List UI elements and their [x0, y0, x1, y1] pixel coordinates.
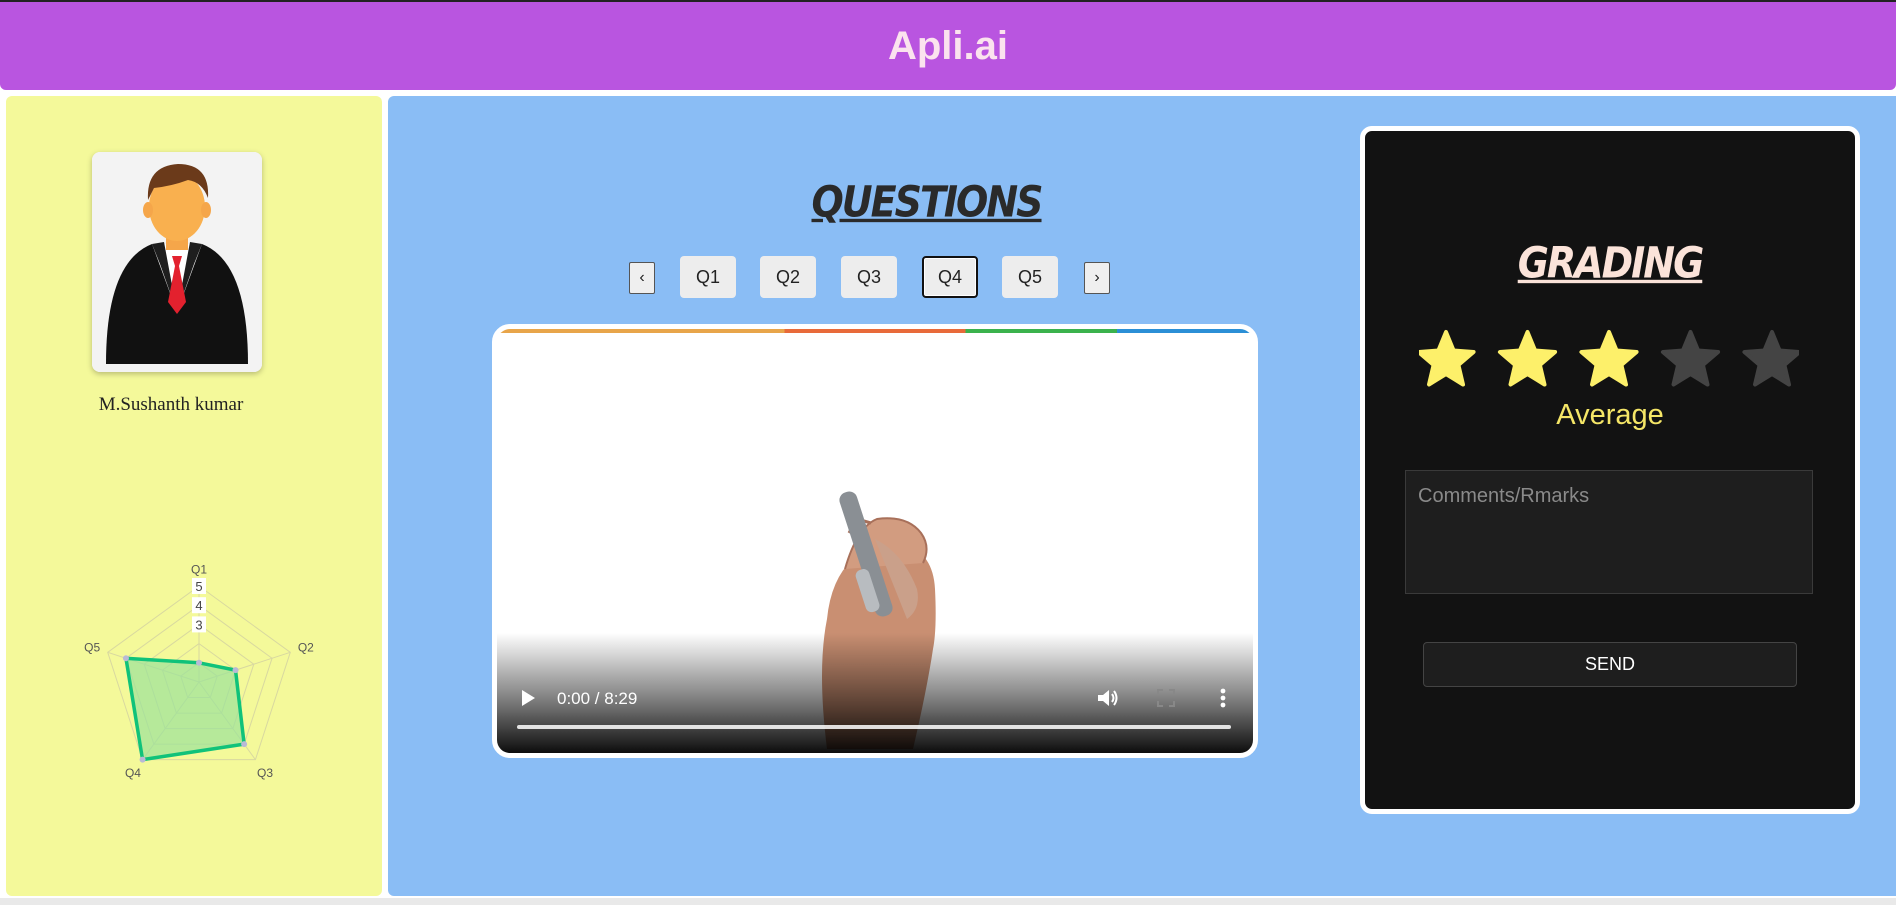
- radar-chart: Q1 Q2 Q3 Q4 Q5 3 4 5: [84, 563, 314, 780]
- video-progress-bar[interactable]: [517, 725, 1231, 729]
- grading-title: GRADING: [1517, 238, 1705, 288]
- radar-point-q4: [139, 756, 146, 763]
- app-header: Apli.ai: [0, 2, 1896, 90]
- send-button[interactable]: SEND: [1423, 642, 1797, 687]
- app-title: Apli.ai: [887, 23, 1009, 68]
- bottom-strip: [0, 898, 1896, 905]
- tab-q3[interactable]: Q3: [841, 256, 897, 298]
- radar-scale-label: 3: [195, 617, 202, 632]
- radar-axis-label-q1: Q1: [191, 563, 207, 577]
- radar-series-area: [123, 656, 247, 762]
- tab-q5[interactable]: Q5: [1002, 256, 1058, 298]
- rating-label: Average: [1556, 399, 1664, 431]
- more-options-icon[interactable]: [1219, 687, 1227, 709]
- radar-point-q5: [122, 655, 129, 662]
- radar-scale-label: 4: [195, 598, 202, 613]
- fullscreen-icon[interactable]: [1157, 689, 1175, 707]
- radar-point-q2: [232, 667, 239, 674]
- radar-point-q1: [196, 659, 202, 666]
- main-panel: QUESTIONS ‹ Q1 Q2 Q3 Q4 Q5 › 0:00 / 8:29: [388, 96, 1896, 896]
- radar-scale-label: 5: [195, 579, 202, 594]
- radar-axis-label-q3: Q3: [257, 766, 273, 780]
- avatar-person-icon: [92, 152, 262, 372]
- radar-axis-label-q2: Q2: [298, 640, 314, 654]
- volume-icon[interactable]: [1096, 687, 1120, 709]
- next-question-button[interactable]: ›: [1084, 262, 1110, 294]
- avatar: [92, 152, 262, 372]
- star-icon-3[interactable]: [1579, 330, 1639, 387]
- star-icon-1[interactable]: [1419, 330, 1476, 387]
- tab-q1[interactable]: Q1: [680, 256, 736, 298]
- radar-point-q3: [241, 741, 248, 748]
- video-time: 0:00 / 8:29: [557, 689, 638, 708]
- tab-q2[interactable]: Q2: [760, 256, 816, 298]
- star-icon-4[interactable]: [1660, 330, 1721, 387]
- prev-question-button[interactable]: ‹: [629, 262, 655, 294]
- star-icon-5[interactable]: [1742, 330, 1799, 387]
- candidate-panel: M.Sushanth kumar Q1 Q2 Q3 Q4 Q5 3 4 5: [6, 96, 382, 896]
- play-icon[interactable]: [519, 688, 537, 708]
- candidate-name: M.Sushanth kumar: [98, 394, 244, 415]
- video-player[interactable]: 0:00 / 8:29: [492, 324, 1258, 758]
- comments-field[interactable]: [1405, 470, 1813, 594]
- grading-panel: GRADING Average SEND: [1360, 126, 1860, 814]
- video-top-stripe: [497, 329, 1253, 333]
- radar-axis-label-q4: Q4: [125, 766, 141, 780]
- star-rating: [1419, 330, 1799, 387]
- radar-axis-label-q5: Q5: [84, 640, 100, 654]
- star-icon-2[interactable]: [1497, 330, 1558, 387]
- questions-title: QUESTIONS: [811, 177, 1043, 227]
- tab-q4[interactable]: Q4: [922, 256, 978, 298]
